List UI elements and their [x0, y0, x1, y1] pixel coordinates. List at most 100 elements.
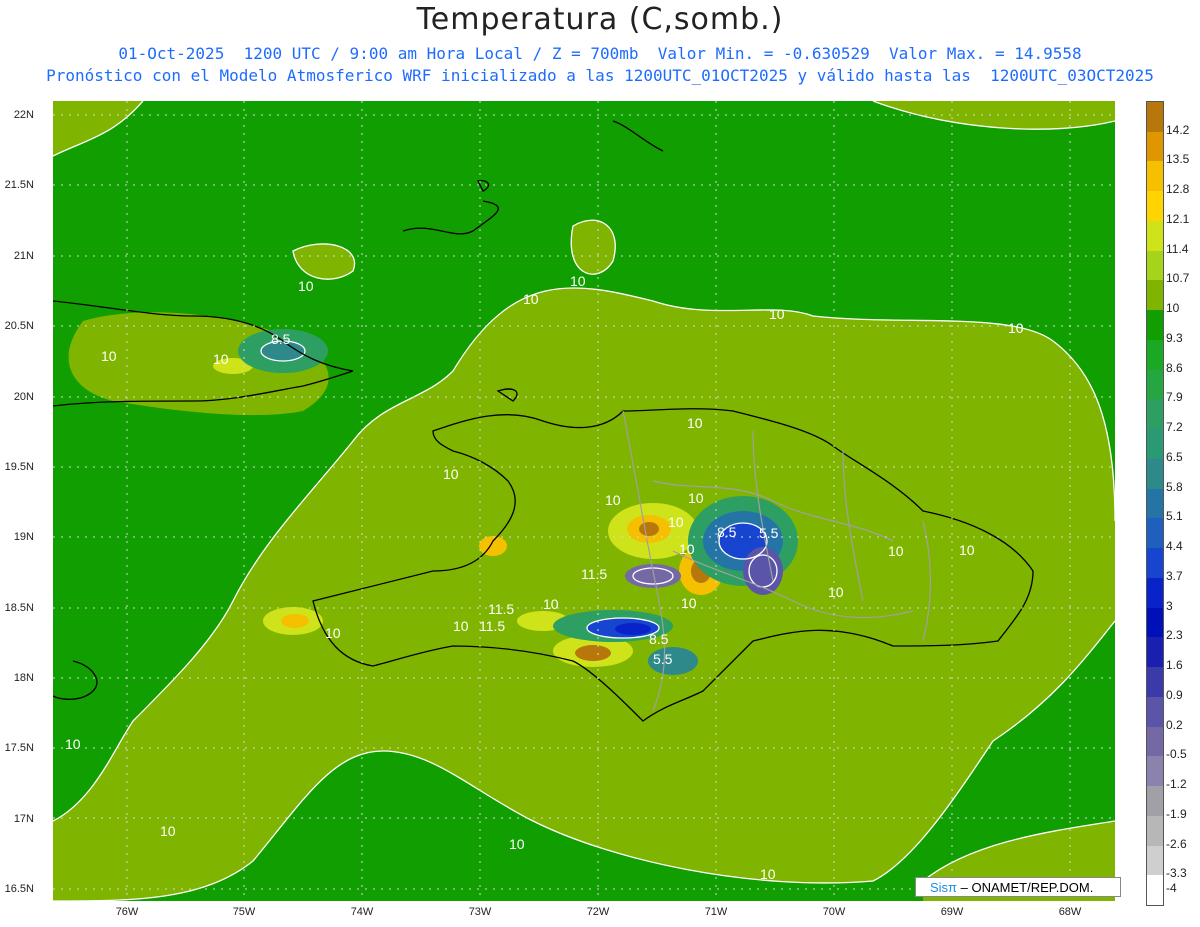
colorbar-label: -4: [1166, 881, 1177, 896]
colorbar-segment: [1147, 726, 1163, 757]
contour-label: 10: [160, 823, 176, 839]
lat-label: 20.5N: [4, 320, 34, 332]
lat-label: 22N: [13, 109, 34, 121]
contour-label: 10: [325, 625, 341, 641]
colorbar-label: 2.3: [1166, 628, 1183, 643]
lat-label: 19.5N: [4, 461, 34, 473]
colorbar-label: 6.5: [1166, 449, 1183, 464]
map-area: 10 10 10 10 10 10 8.5 10 10 10 10 10 10 …: [52, 100, 1116, 902]
map-subtitle-model-info: Pronóstico con el Modelo Atmosferico WRF…: [46, 66, 1154, 85]
colorbar-segment: [1147, 548, 1163, 579]
lat-label: 18N: [13, 672, 34, 684]
colorbar-label: -0.5: [1166, 747, 1187, 762]
lon-label: 73W: [468, 906, 492, 918]
map-subtitle-run-info: 01-Oct-2025 1200 UTC / 9:00 am Hora Loca…: [118, 44, 1082, 63]
contour-label: 5.5: [759, 525, 779, 541]
lon-label: 70W: [822, 906, 846, 918]
colorbar-label: 5.8: [1166, 479, 1183, 494]
lon-label: 69W: [940, 906, 964, 918]
colorbar-segment: [1147, 161, 1163, 192]
colorbar-segment: [1147, 191, 1163, 222]
credit-brand: Sisπ: [930, 880, 958, 895]
lon-label: 75W: [232, 906, 256, 918]
lon-label: 76W: [115, 906, 139, 918]
contour-label: 10: [668, 514, 684, 530]
colorbar-segment: [1147, 131, 1163, 162]
colorbar-segment: [1147, 488, 1163, 519]
lat-label: 21.5N: [4, 179, 34, 191]
colorbar-label: 0.2: [1166, 717, 1183, 732]
lat-label: 20N: [13, 391, 34, 403]
colorbar-segment: [1147, 369, 1163, 400]
colorbar-label: 13.5: [1166, 152, 1190, 167]
colorbar-segment: [1147, 786, 1163, 817]
colorbar-segment: [1147, 458, 1163, 490]
contour-label: 10: [213, 351, 229, 367]
contour-label: 10: [688, 490, 704, 506]
contour-label: 8.5: [717, 524, 737, 540]
colorbar-label: 9.3: [1166, 330, 1183, 345]
lat-label: 19N: [13, 531, 34, 543]
colorbar-segment: [1147, 310, 1163, 341]
contour-label: 10: [760, 866, 776, 882]
colorbar-segment: [1147, 518, 1163, 549]
colorbar-segment: [1147, 429, 1163, 460]
colorbar-label: 4.4: [1166, 539, 1183, 554]
contour-label: 10: [679, 541, 695, 557]
contour-label: 10: [298, 278, 314, 294]
contour-label: 10: [681, 595, 697, 611]
contour-label: 10: [888, 543, 904, 559]
colorbar-label: 10.7: [1166, 271, 1190, 286]
map-canvas: 10 10 10 10 10 10 8.5 10 10 10 10 10 10 …: [52, 100, 1116, 902]
colorbar-label: 3.7: [1166, 568, 1183, 583]
lon-label: 72W: [586, 906, 610, 918]
lon-label: 74W: [350, 906, 374, 918]
colorbar-label: 0.9: [1166, 687, 1183, 702]
colorbar: [1146, 101, 1164, 906]
contour-label: 10: [959, 542, 975, 558]
colorbar-segment: [1147, 607, 1163, 638]
colorbar-label: 12.8: [1166, 182, 1190, 197]
colorbar-label: -1.9: [1166, 806, 1187, 821]
lon-label: 71W: [704, 906, 728, 918]
contour-label: 10: [101, 348, 117, 364]
colorbar-segment: [1147, 696, 1163, 728]
lat-label: 16.5N: [4, 883, 34, 895]
colorbar-segment: [1147, 220, 1163, 252]
contour-label: 10: [523, 291, 539, 307]
contour-label: 10: [570, 273, 586, 289]
colorbar-label: 3: [1166, 598, 1173, 613]
contour-label: 10: [543, 596, 559, 612]
colorbar-segment: [1147, 577, 1163, 609]
colorbar-label: -3.3: [1166, 866, 1187, 881]
contour-label: 11.5: [488, 601, 514, 617]
colorbar-segment: [1147, 845, 1163, 876]
colorbar-segment: [1147, 756, 1163, 787]
contour-label: 10: [453, 618, 469, 634]
contour-label: 10: [1008, 320, 1024, 336]
contour-label: 10: [769, 306, 785, 322]
contour-label: 8.5: [271, 331, 291, 347]
contour-label: 10: [605, 492, 621, 508]
colorbar-label: 14.2: [1166, 122, 1190, 137]
colorbar-segment: [1147, 280, 1163, 311]
colorbar-label: 8.6: [1166, 360, 1183, 375]
contour-label: 11.5: [479, 618, 505, 634]
colorbar-segment: [1147, 875, 1163, 906]
colorbar-label: 7.2: [1166, 420, 1183, 435]
contour-label: 10: [443, 466, 459, 482]
colorbar-label: 11.4: [1166, 241, 1189, 256]
colorbar-label: 7.9: [1166, 390, 1183, 405]
contour-label: 11.5: [581, 566, 607, 582]
contour-label: 8.5: [649, 631, 669, 647]
colorbar-segment: [1147, 250, 1163, 281]
colorbar-label: 5.1: [1166, 509, 1183, 524]
lat-label: 17.5N: [4, 742, 34, 754]
lat-label: 17N: [13, 813, 34, 825]
lat-label: 18.5N: [4, 602, 34, 614]
colorbar-label: -2.6: [1166, 836, 1187, 851]
colorbar-segment: [1147, 399, 1163, 430]
colorbar-segment: [1147, 667, 1163, 698]
map-title: Temperatura (C,somb.): [416, 2, 784, 37]
colorbar-segment: [1147, 339, 1163, 371]
